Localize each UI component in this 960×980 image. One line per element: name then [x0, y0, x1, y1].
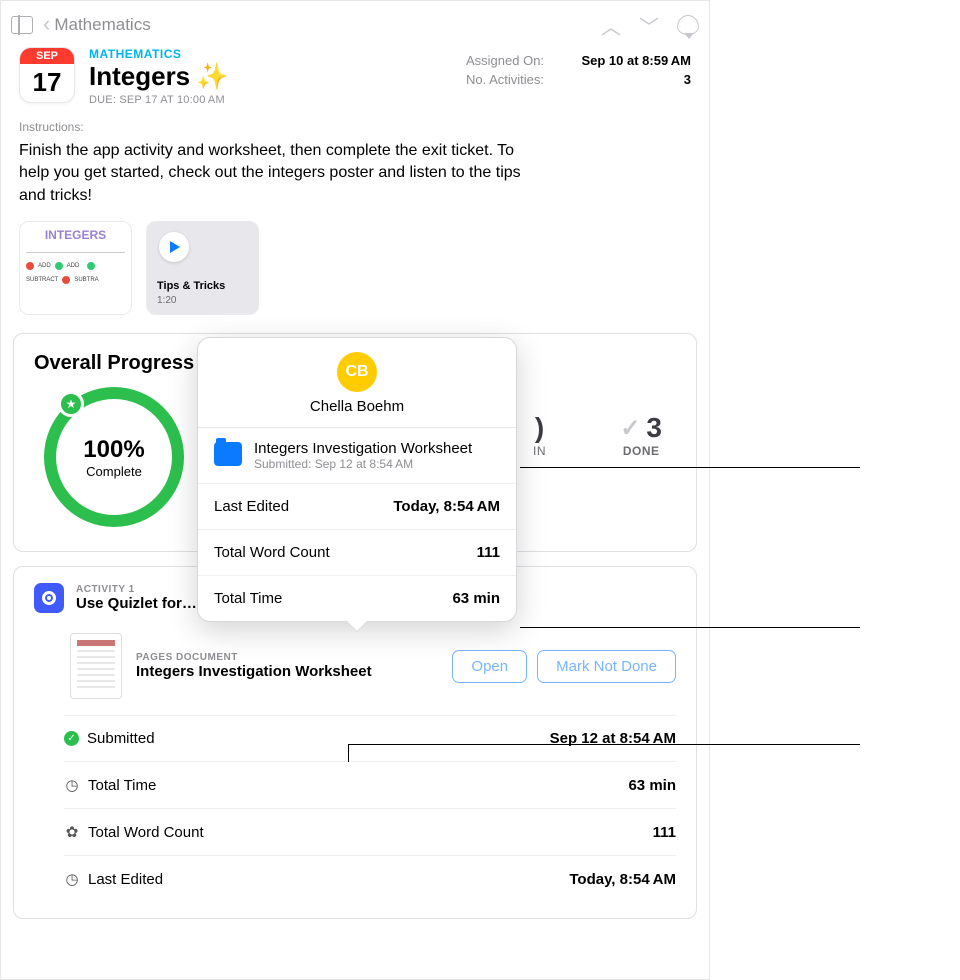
popover-word-count-value: 111 [477, 544, 500, 561]
document-title: Integers Investigation Worksheet [136, 663, 372, 680]
submitted-label: Submitted [87, 730, 155, 747]
back-button[interactable]: ‹ Mathematics [43, 14, 151, 36]
checkmark-icon: ✓ [620, 414, 640, 443]
popover-total-time-label: Total Time [214, 590, 282, 607]
chevron-left-icon: ‹ [43, 13, 50, 35]
calendar-tile: SEP 17 [19, 47, 75, 103]
assignment-meta: Assigned On: Sep 10 at 8:59 AM No. Activ… [466, 47, 691, 106]
callout-line [348, 744, 349, 762]
document-details: ✓ Submitted Sep 12 at 8:54 AM ◷ Total Ti… [14, 715, 696, 918]
student-progress-popover: CB Chella Boehm Integers Investigation W… [197, 337, 517, 622]
back-label: Mathematics [54, 15, 150, 35]
gear-icon: ✿ [64, 823, 80, 841]
student-name: Chella Boehm [214, 398, 500, 415]
subject-label: MATHEMATICS [89, 47, 466, 61]
video-title: Tips & Tricks [157, 280, 225, 292]
last-edited-value: Today, 8:54 AM [569, 871, 676, 888]
activity-title: Use Quizlet for… [76, 595, 197, 612]
popover-file-row[interactable]: Integers Investigation Worksheet Submitt… [198, 428, 516, 484]
popover-word-count-label: Total Word Count [214, 544, 330, 561]
clock-icon: ◷ [64, 870, 80, 888]
progress-percent-label: Complete [83, 464, 144, 479]
word-count-value: 111 [653, 824, 676, 841]
activities-value: 3 [684, 72, 691, 87]
due-label: DUE: SEP 17 AT 10:00 AM [89, 94, 466, 106]
last-edited-label: Last Edited [88, 871, 163, 888]
instructions-label: Instructions: [1, 120, 709, 134]
callout-line [520, 627, 860, 628]
document-eyebrow: PAGES DOCUMENT [136, 652, 372, 663]
comment-icon[interactable] [677, 15, 699, 35]
total-time-value: 63 min [628, 777, 676, 794]
quizlet-app-icon [34, 583, 64, 613]
progress-stat-done: ✓ 3 DONE [620, 412, 662, 458]
sidebar-toggle-icon[interactable] [11, 16, 33, 34]
popover-last-edited-label: Last Edited [214, 498, 289, 515]
progress-stat-middle-label: IN [533, 444, 546, 458]
progress-stat-middle: ) IN [533, 412, 546, 458]
submitted-check-icon: ✓ [64, 731, 79, 746]
star-badge-icon: ★ [58, 391, 84, 417]
progress-ring: ★ 100% Complete [44, 387, 184, 527]
progress-percent: 100% [83, 436, 144, 464]
assigned-on-label: Assigned On: [466, 53, 544, 68]
page-title: Integers ✨ [89, 61, 466, 92]
play-icon [159, 232, 189, 262]
video-duration: 1:20 [157, 295, 176, 306]
activities-label: No. Activities: [466, 72, 544, 87]
clock-icon: ◷ [64, 776, 80, 794]
popover-file-title: Integers Investigation Worksheet [254, 440, 472, 457]
document-thumbnail[interactable] [70, 633, 122, 699]
attachment-video[interactable]: Tips & Tricks 1:20 [146, 221, 259, 315]
callout-line [348, 744, 860, 745]
calendar-month: SEP [20, 48, 74, 64]
open-button[interactable]: Open [452, 650, 527, 683]
done-label: DONE [620, 444, 662, 458]
chevron-up-icon[interactable]: ︿ [601, 11, 621, 40]
student-avatar: CB [337, 352, 377, 392]
popover-last-edited-value: Today, 8:54 AM [393, 498, 500, 515]
total-time-label: Total Time [88, 777, 156, 794]
attachment-poster[interactable]: INTEGERS ADD ADD SUBTRACT SUBTRA [19, 221, 132, 315]
chevron-down-icon[interactable]: ﹀ [639, 11, 659, 40]
assigned-on-value: Sep 10 at 8:59 AM [581, 53, 691, 68]
instructions-text: Finish the app activity and worksheet, t… [1, 134, 541, 221]
sparkle-icon: ✨ [196, 61, 228, 92]
activity-eyebrow: ACTIVITY 1 [76, 584, 197, 595]
done-count: 3 [646, 412, 662, 444]
callout-line [520, 467, 860, 468]
popover-total-time-value: 63 min [452, 590, 500, 607]
folder-icon [214, 442, 242, 466]
title-text: Integers [89, 61, 190, 92]
word-count-label: Total Word Count [88, 824, 204, 841]
calendar-day: 17 [20, 64, 74, 98]
mark-not-done-button[interactable]: Mark Not Done [537, 650, 676, 683]
poster-title: INTEGERS [26, 228, 125, 242]
popover-file-subtitle: Submitted: Sep 12 at 8:54 AM [254, 457, 472, 471]
